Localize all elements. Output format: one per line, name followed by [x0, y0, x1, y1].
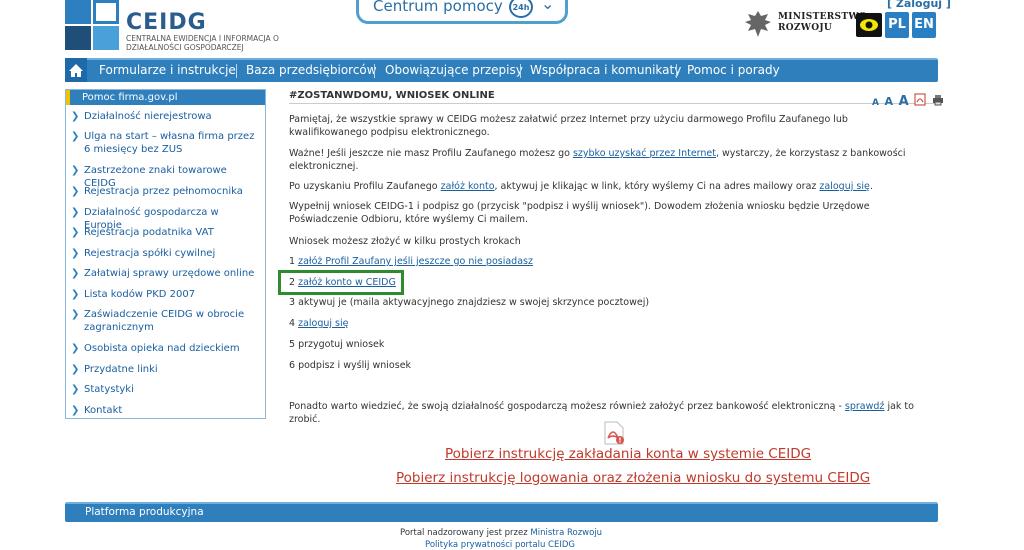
- privacy-policy-link[interactable]: Polityka prywatności portalu CEIDG: [425, 540, 575, 550]
- main-nav: Formularze i instrukcje Baza przedsiębio…: [65, 58, 938, 82]
- ministry-link[interactable]: Ministra Rozwoju: [530, 528, 602, 538]
- footer-supervision: Portal nadzorowany jest przez Ministra R…: [400, 528, 603, 538]
- chevron-right-icon: ❯: [71, 207, 80, 218]
- step-1-link[interactable]: załóż Profil Zaufany jeśli jeszcze go ni…: [298, 256, 533, 267]
- create-account-link[interactable]: załóż konto: [441, 181, 495, 192]
- sidebar-item[interactable]: ❯ Przydatne linki: [71, 363, 259, 376]
- chevron-down-icon: ⌄: [541, 0, 555, 13]
- 24h-badge-icon: 24h: [509, 0, 533, 18]
- sidebar-item[interactable]: ❯ Ulga na start – własna firma przez 6 mi…: [71, 130, 259, 156]
- page-title: #ZOSTANWDOMU, WNIOSEK ONLINE: [289, 90, 495, 101]
- sidebar-item[interactable]: ❯ Lista kodów PKD 2007: [71, 288, 259, 301]
- sidebar-item[interactable]: ❯ Działalność nierejestrowa: [71, 110, 259, 123]
- chevron-right-icon: ❯: [71, 309, 80, 320]
- step-6: 6 podpisz i wyślij wniosek: [289, 360, 412, 371]
- chevron-right-icon: ❯: [71, 186, 80, 197]
- log-in-link[interactable]: zaloguj się: [819, 181, 869, 192]
- sidebar: Pomoc firma.gov.pl ❯ Działalność nierejes…: [65, 89, 266, 419]
- logo-subtitle: CENTRALNA EWIDENCJA I INFORMACJA O DZIAŁ…: [126, 34, 279, 52]
- paragraph-important: Ważne! Jeśli jeszcze nie masz Profilu Za…: [289, 148, 906, 172]
- paragraph-after-profile: Po uzyskaniu Profilu Zaufanego załóż kon…: [289, 181, 873, 192]
- contrast-eye-icon[interactable]: [856, 13, 882, 37]
- chevron-right-icon: ❯: [71, 405, 80, 416]
- print-icon[interactable]: [932, 94, 944, 106]
- step-4-log-in-link[interactable]: zaloguj się: [298, 318, 348, 329]
- chevron-right-icon: ❯: [71, 131, 80, 142]
- nav-divider: [520, 64, 521, 78]
- lang-pl-button[interactable]: PL: [885, 12, 909, 38]
- pdf-file-icon[interactable]: [603, 421, 625, 445]
- chevron-right-icon: ❯: [71, 227, 80, 238]
- font-small-button[interactable]: A: [872, 98, 879, 108]
- nav-divider: [374, 64, 375, 78]
- sidebar-item[interactable]: ❯ Osobista opieka nad dzieckiem: [71, 342, 259, 355]
- page-tools: A A A: [872, 90, 944, 109]
- ministry-logo[interactable]: MINISTERSTWO ROZWOJU: [778, 12, 867, 34]
- sidebar-item[interactable]: ❯ Zaświadczenie CEIDG w obrocie zagranicz…: [71, 308, 259, 334]
- chevron-right-icon: ❯: [71, 364, 80, 375]
- font-medium-button[interactable]: A: [885, 95, 894, 108]
- home-icon[interactable]: [65, 58, 87, 82]
- login-link[interactable]: [ Zaloguj ]: [887, 0, 951, 10]
- footer-privacy: Polityka prywatności portalu CEIDG: [425, 540, 575, 550]
- step-1: 1 załóż Profil Zaufany jeśli jeszcze go …: [289, 256, 533, 267]
- footer-bar: Platforma produkcyjna: [65, 502, 938, 522]
- eagle-emblem-icon: [745, 11, 771, 37]
- logo-name: CEIDG: [126, 10, 207, 35]
- create-ceidg-account-link[interactable]: załóż konto w CEIDG: [298, 277, 396, 288]
- chevron-right-icon: ❯: [71, 384, 80, 395]
- nav-item-help[interactable]: Pomoc i porady: [687, 63, 780, 77]
- chevron-right-icon: ❯: [71, 343, 80, 354]
- nav-item-business-database[interactable]: Baza przedsiębiorców: [246, 63, 377, 77]
- title-divider: [289, 103, 937, 104]
- chevron-right-icon: ❯: [71, 111, 80, 122]
- chevron-right-icon: ❯: [71, 248, 80, 259]
- step-4: 4 zaloguj się: [289, 318, 349, 329]
- font-large-button[interactable]: A: [899, 94, 909, 109]
- sidebar-item[interactable]: ❯ Rejestracja spółki cywilnej: [71, 247, 259, 260]
- sidebar-item[interactable]: ❯ Kontakt: [71, 404, 259, 417]
- pdf-icon[interactable]: [914, 93, 926, 106]
- chevron-right-icon: ❯: [71, 165, 80, 176]
- nav-divider: [236, 64, 237, 78]
- step-3: 3 aktywuj je (maila aktywacyjnego znajdz…: [289, 297, 650, 308]
- nav-item-regulations[interactable]: Obowiązujące przepisy: [385, 63, 523, 77]
- chevron-right-icon: ❯: [71, 268, 80, 279]
- download-account-instruction-link[interactable]: Pobierz instrukcję zakładania konta w sy…: [445, 446, 811, 462]
- check-link[interactable]: sprawdź: [845, 401, 885, 412]
- sidebar-item[interactable]: ❯ Załatwiaj sprawy urzędowe online: [71, 267, 259, 280]
- sidebar-item[interactable]: ❯ Rejestracja podatnika VAT: [71, 226, 259, 239]
- paragraph-fill-application: Wypełnij wniosek CEIDG-1 i podpisz go (p…: [289, 201, 870, 225]
- nav-item-forms[interactable]: Formularze i instrukcje: [99, 63, 236, 77]
- step-2: 2 załóż konto w CEIDG: [289, 277, 396, 288]
- sidebar-item[interactable]: ❯ Rejestracja przez pełnomocnika: [71, 185, 259, 198]
- help-center-label: Centrum pomocy: [373, 0, 503, 15]
- sidebar-item[interactable]: ❯ Statystyki: [71, 383, 259, 396]
- chevron-right-icon: ❯: [71, 289, 80, 300]
- step-5: 5 przygotuj wniosek: [289, 339, 385, 350]
- download-login-instruction-link[interactable]: Pobierz instrukcję logowania oraz złożen…: [396, 470, 870, 486]
- lang-en-button[interactable]: EN: [912, 12, 936, 38]
- help-center-button[interactable]: Centrum pomocy 24h ⌄: [356, 0, 568, 24]
- paragraph-steps-intro: Wniosek możesz złożyć w kilku prostych k…: [289, 236, 521, 247]
- nav-divider: [676, 64, 677, 78]
- ceidg-logo[interactable]: [65, 0, 119, 50]
- get-trusted-profile-link[interactable]: szybko uzyskać przez Internet: [573, 148, 716, 159]
- paragraph-intro: Pamiętaj, że wszystkie sprawy w CEIDG mo…: [289, 114, 848, 138]
- nav-item-cooperation[interactable]: Współpraca i komunikaty: [530, 63, 681, 77]
- sidebar-title: Pomoc firma.gov.pl: [66, 90, 265, 105]
